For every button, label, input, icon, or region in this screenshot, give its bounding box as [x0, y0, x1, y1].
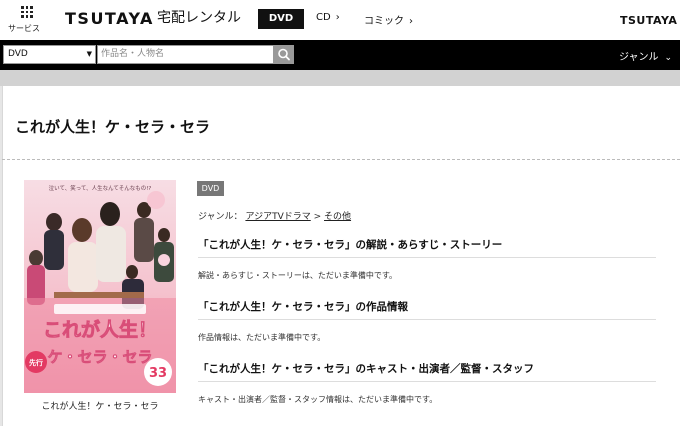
genre-menu-button[interactable]: ジャンル ⌄ [619, 48, 672, 63]
cover-caption: これが人生！ケ・セラ・セラ [41, 402, 159, 412]
cover-image[interactable]: これが人生！ ケ・セラ・セラ 泣いて、笑って、人生なんてそんなもの!? 先行 3… [24, 180, 176, 393]
tab-comic-label: コミック [364, 16, 404, 27]
tab-cd-label: CD [316, 12, 331, 23]
cover-title-line-1: これが人生！ [43, 318, 157, 341]
section-divider [198, 319, 656, 320]
page-title: これが人生！ケ・セラ・セラ [15, 118, 211, 136]
chevron-right-icon: › [335, 12, 340, 23]
divider [2, 159, 680, 160]
section-heading-info: 「これが人生！ケ・セラ・セラ」の作品情報 [198, 301, 408, 313]
section-text-cast: キャスト・出演者／監督・スタッフ情報は、ただいま準備中です。 [198, 395, 438, 404]
search-icon [278, 48, 290, 61]
tab-cd[interactable]: CD › [316, 12, 340, 23]
section-divider [198, 381, 656, 382]
tsutaya-right-logo[interactable]: TSUTAYA T [620, 14, 680, 27]
category-select-value: DVD [8, 49, 28, 59]
search-button[interactable] [274, 45, 294, 64]
cover-tagline: 泣いて、笑って、人生なんてそんなもの!? [49, 184, 152, 192]
section-divider [198, 257, 656, 258]
section-text-synopsis: 解説・あらすじ・ストーリーは、ただいま準備中です。 [198, 271, 398, 280]
genre-menu-label: ジャンル [619, 52, 659, 63]
breadcrumb-separator: > [313, 212, 322, 222]
genre-prefix: ジャンル： [198, 212, 243, 222]
section-heading-synopsis: 「これが人生！ケ・セラ・セラ」の解説・あらすじ・ストーリー [198, 239, 503, 251]
tab-comic[interactable]: コミック › [364, 12, 413, 27]
grid-icon [21, 6, 33, 18]
tsutaya-logo[interactable]: TSUTAYA [65, 9, 154, 28]
search-input[interactable]: 作品名・人物名 [97, 45, 274, 64]
service-menu-button[interactable]: サービス [8, 5, 44, 37]
tab-dvd[interactable]: DVD [258, 9, 304, 29]
section-text-info: 作品情報は、ただいま準備中です。 [198, 333, 326, 342]
cover-badge: 先行 [29, 358, 43, 367]
genre-breadcrumb: ジャンル： アジアTVドラマ > その他 [198, 209, 351, 222]
chevron-right-icon: › [409, 16, 413, 27]
genre-link-other[interactable]: その他 [324, 212, 351, 222]
spacer-band [0, 70, 680, 86]
genre-link-asia-tv-drama[interactable]: アジアTVドラマ [245, 212, 310, 222]
category-select[interactable]: DVD ▼ [3, 45, 96, 64]
cover-vol-number: 33 [149, 366, 167, 381]
section-heading-cast: 「これが人生！ケ・セラ・セラ」のキャスト・出演者／監督・スタッフ [198, 363, 534, 375]
cover-art-illustration: これが人生！ ケ・セラ・セラ 泣いて、笑って、人生なんてそんなもの!? 先行 3… [24, 180, 176, 393]
caret-down-icon: ▼ [86, 50, 92, 58]
chevron-down-icon: ⌄ [664, 53, 673, 63]
service-subtitle: 宅配レンタル [157, 10, 241, 26]
service-label: サービス [8, 24, 40, 33]
cover-title-line-2: ケ・セラ・セラ [47, 348, 152, 366]
format-badge: DVD [197, 181, 224, 196]
